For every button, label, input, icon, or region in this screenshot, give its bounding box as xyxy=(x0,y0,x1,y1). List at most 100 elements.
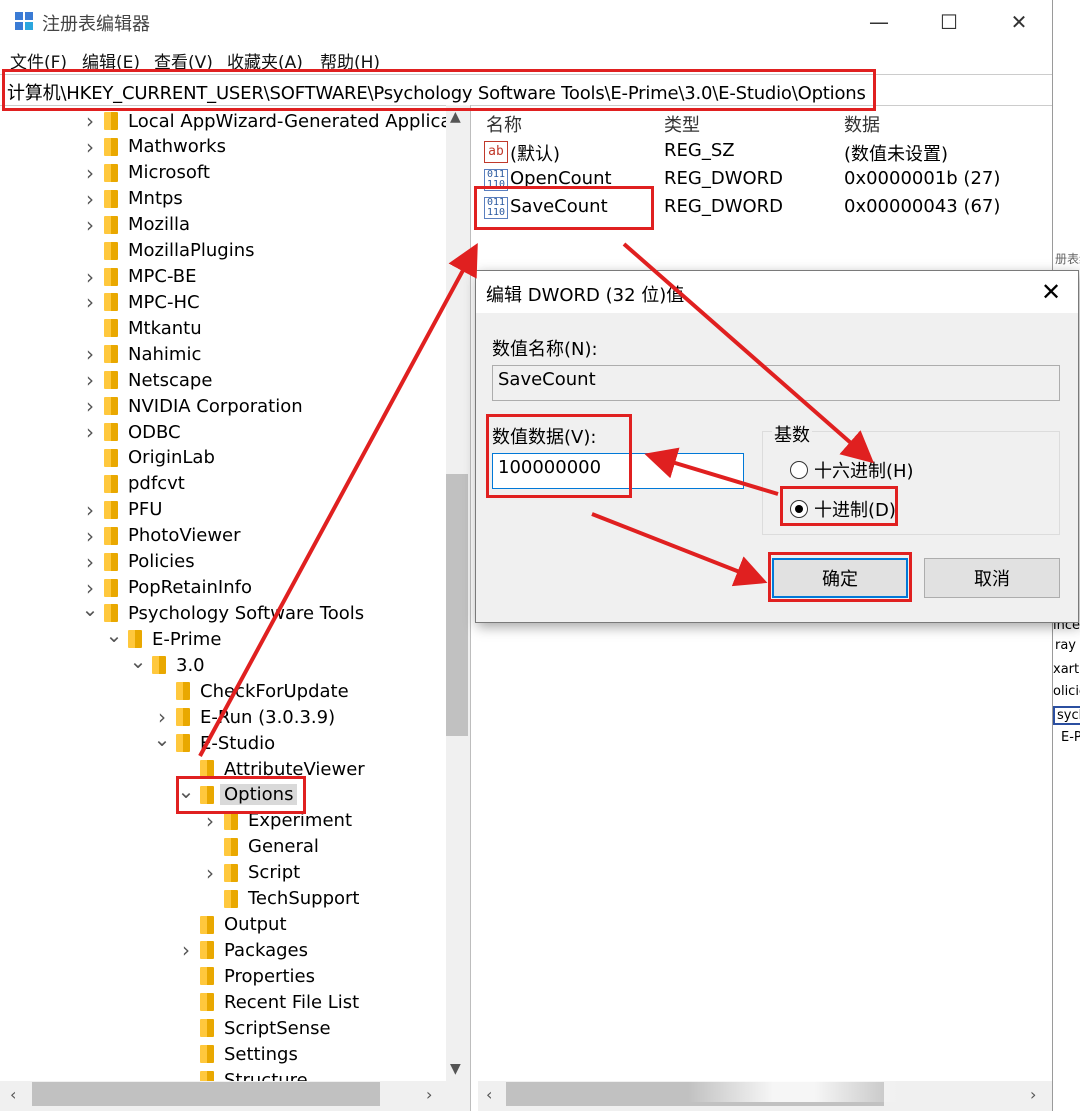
tree-item-label: Settings xyxy=(224,1043,298,1065)
tree-item-scriptsense[interactable]: ScriptSense xyxy=(178,1015,331,1041)
folder-icon xyxy=(200,993,214,1012)
tree-item-mpc-be[interactable]: › MPC-BE xyxy=(82,264,197,290)
chevron-right-icon[interactable]: › xyxy=(82,498,98,522)
tree-item-settings[interactable]: Settings xyxy=(178,1041,298,1067)
chevron-right-icon[interactable]: › xyxy=(178,938,194,962)
tree-item-pfu[interactable]: › PFU xyxy=(82,497,162,523)
tree-item-general[interactable]: General xyxy=(202,834,319,860)
folder-icon xyxy=(224,837,238,856)
radio-decimal[interactable]: 十进制(D) xyxy=(790,496,896,522)
tree-item-checkforupdate[interactable]: CheckForUpdate xyxy=(154,678,349,704)
chevron-right-icon[interactable]: › xyxy=(82,420,98,444)
tree-item-mpc-hc[interactable]: › MPC-HC xyxy=(82,289,200,315)
menu-help[interactable]: 帮助(H) xyxy=(320,48,380,73)
scroll-left-arrow-icon[interactable]: ‹ xyxy=(486,1085,492,1104)
chevron-right-icon[interactable]: › xyxy=(82,265,98,289)
tree-item-nahimic[interactable]: › Nahimic xyxy=(82,341,201,367)
tree-item-popretaininfo[interactable]: › PopRetainInfo xyxy=(82,575,252,601)
chevron-right-icon[interactable]: › xyxy=(82,290,98,314)
chevron-right-icon[interactable]: › xyxy=(82,394,98,418)
cancel-button[interactable]: 取消 xyxy=(924,558,1060,598)
tree-scroll-thumb[interactable] xyxy=(446,474,468,736)
tree-item-experiment[interactable]: › Experiment xyxy=(202,808,352,834)
value-row-opencount[interactable]: 011 110 OpenCount REG_DWORD 0x0000001b (2… xyxy=(478,165,1052,193)
chevron-right-icon[interactable]: › xyxy=(82,550,98,574)
menu-edit[interactable]: 编辑(E) xyxy=(82,48,140,73)
tree-item-photoviewer[interactable]: › PhotoViewer xyxy=(82,523,241,549)
tree-item-mozilla[interactable]: › Mozilla xyxy=(82,212,190,238)
minimize-button[interactable]: — xyxy=(856,4,902,40)
tree-item-pdfcvt[interactable]: pdfcvt xyxy=(82,471,185,497)
tree-item-originlab[interactable]: OriginLab xyxy=(82,445,215,471)
scroll-right-arrow-icon[interactable]: › xyxy=(426,1085,432,1104)
chevron-right-icon[interactable]: › xyxy=(82,576,98,600)
address-path[interactable]: 计算机\HKEY_CURRENT_USER\SOFTWARE\Psycholog… xyxy=(7,79,866,105)
tree-item-properties[interactable]: Properties xyxy=(178,963,315,989)
tree-item-policies[interactable]: › Policies xyxy=(82,549,195,575)
column-header-data[interactable]: 数据 xyxy=(844,111,880,137)
menu-file[interactable]: 文件(F) xyxy=(10,48,67,73)
chevron-right-icon[interactable]: › xyxy=(202,861,218,885)
chevron-right-icon[interactable]: › xyxy=(82,213,98,237)
tree-hscroll-thumb[interactable] xyxy=(32,1082,380,1106)
chevron-down-icon[interactable]: ⌄ xyxy=(154,727,171,751)
menu-favorites[interactable]: 收藏夹(A) xyxy=(227,48,303,73)
chevron-down-icon[interactable]: ⌄ xyxy=(82,597,99,621)
close-button[interactable]: ✕ xyxy=(996,4,1042,40)
scroll-up-arrow-icon[interactable]: ▲ xyxy=(450,109,461,125)
chevron-right-icon[interactable]: › xyxy=(82,161,98,185)
chevron-right-icon[interactable]: › xyxy=(82,368,98,392)
tree-item-mozillaplugins[interactable]: MozillaPlugins xyxy=(82,238,255,264)
scroll-right-arrow-icon[interactable]: › xyxy=(1030,1085,1036,1104)
tree-item-microsoft[interactable]: › Microsoft xyxy=(82,160,210,186)
scroll-left-arrow-icon[interactable]: ‹ xyxy=(10,1085,16,1104)
scroll-down-arrow-icon[interactable]: ▼ xyxy=(450,1061,461,1077)
tree-item-nvidia-corporation[interactable]: › NVIDIA Corporation xyxy=(82,393,303,419)
tree-item-output[interactable]: Output xyxy=(178,912,287,938)
tree-item-3-0[interactable]: ⌄ 3.0 xyxy=(130,649,205,678)
column-header-type[interactable]: 类型 xyxy=(664,111,700,137)
folder-icon xyxy=(176,734,190,753)
tree-item-e-prime[interactable]: ⌄ E-Prime xyxy=(106,623,222,652)
tree-item-odbc[interactable]: › ODBC xyxy=(82,419,181,445)
folder-icon xyxy=(152,656,166,675)
tree-item-packages[interactable]: › Packages xyxy=(178,937,308,963)
tree-item-recent-file-list[interactable]: Recent File List xyxy=(178,989,359,1015)
tree-item-mtkantu[interactable]: Mtkantu xyxy=(82,315,202,341)
chevron-right-icon[interactable]: › xyxy=(82,524,98,548)
address-bar[interactable]: 计算机\HKEY_CURRENT_USER\SOFTWARE\Psycholog… xyxy=(0,74,1052,106)
value-data-input[interactable]: 100000000 xyxy=(492,453,744,489)
tree-item-mntps[interactable]: › Mntps xyxy=(82,186,183,212)
chevron-right-icon[interactable]: › xyxy=(82,135,98,159)
menu-view[interactable]: 查看(V) xyxy=(154,48,213,73)
maximize-button[interactable]: ☐ xyxy=(926,4,972,40)
chevron-down-icon[interactable]: ⌄ xyxy=(130,649,147,673)
tree-item-script[interactable]: › Script xyxy=(202,860,300,886)
tree-item-attributeviewer[interactable]: AttributeViewer xyxy=(178,756,365,782)
registry-app-icon xyxy=(14,11,34,31)
tree-item-label: MozillaPlugins xyxy=(128,240,255,262)
tree-item-options[interactable]: ⌄ Options xyxy=(178,779,298,808)
value-row-default[interactable]: ab (默认) REG_SZ (数值未设置) xyxy=(478,137,1052,165)
chevron-right-icon[interactable]: › xyxy=(82,109,98,133)
column-header-name[interactable]: 名称 xyxy=(486,111,522,137)
chevron-down-icon[interactable]: ⌄ xyxy=(178,779,195,803)
tree-item-e-run-3-0-3-9[interactable]: › E-Run (3.0.3.9) xyxy=(154,704,335,730)
tree-item-local-appwizard-generated-applica[interactable]: › Local AppWizard-Generated Applica xyxy=(82,108,451,134)
tree-item-techsupport[interactable]: TechSupport xyxy=(202,886,359,912)
chevron-right-icon[interactable]: › xyxy=(154,705,170,729)
folder-icon xyxy=(104,293,118,312)
chevron-right-icon[interactable]: › xyxy=(202,809,218,833)
radio-hexadecimal[interactable]: 十六进制(H) xyxy=(790,457,914,483)
tree-item-e-studio[interactable]: ⌄ E-Studio xyxy=(154,727,276,756)
value-row-savecount[interactable]: 011 110 SaveCount REG_DWORD 0x00000043 (6… xyxy=(478,193,1052,221)
chevron-down-icon[interactable]: ⌄ xyxy=(106,623,123,647)
tree-item-netscape[interactable]: › Netscape xyxy=(82,367,212,393)
chevron-right-icon[interactable]: › xyxy=(82,187,98,211)
tree-item-psychology-software-tools[interactable]: ⌄ Psychology Software Tools xyxy=(82,597,364,626)
tree-item-mathworks[interactable]: › Mathworks xyxy=(82,134,226,160)
chevron-right-icon[interactable]: › xyxy=(82,342,98,366)
ok-button[interactable]: 确定 xyxy=(772,558,908,598)
dialog-close-icon[interactable]: ✕ xyxy=(1036,277,1066,307)
